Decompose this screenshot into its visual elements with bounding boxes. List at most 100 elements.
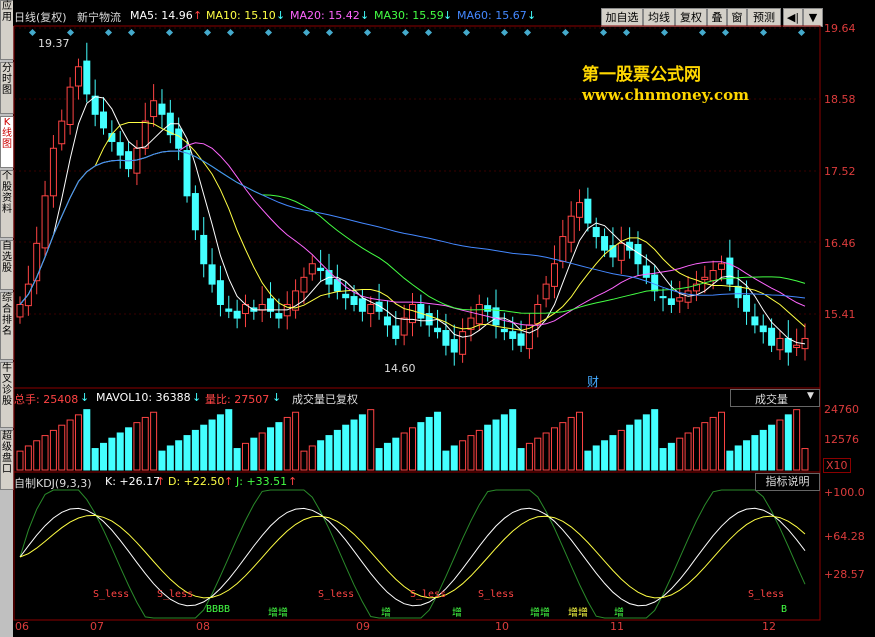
event-diamond-icon xyxy=(500,28,509,37)
candle-body xyxy=(16,303,24,318)
indicator-help-button[interactable]: 指标说明 xyxy=(755,473,820,491)
candle-body xyxy=(317,267,325,272)
volume-bar xyxy=(659,448,667,471)
candle-body xyxy=(559,236,567,262)
volume-bar xyxy=(400,432,408,471)
high-price-label: 19.37 xyxy=(38,37,70,50)
signal-label: S_less xyxy=(318,589,355,600)
price-axis-label: 18.58 xyxy=(824,93,856,106)
finance-marker[interactable]: 财 xyxy=(587,373,599,390)
date-label: 09 xyxy=(356,620,370,633)
j-arrow-icon: ↑ xyxy=(288,475,298,488)
volume-bar xyxy=(692,427,700,471)
candle-body xyxy=(358,298,366,312)
candle-body xyxy=(233,310,241,319)
kdj-j-value: J: +33.51 xyxy=(236,475,288,488)
event-diamond-icon xyxy=(363,28,372,37)
volume-bar xyxy=(626,424,634,471)
event-diamond-icon xyxy=(226,28,235,37)
watermark-url: www.chnmoney.com xyxy=(582,86,749,104)
volume-bar xyxy=(74,414,82,471)
volume-bar xyxy=(24,445,32,471)
event-diamond-icon xyxy=(759,28,768,37)
volume-bar xyxy=(576,411,584,471)
volume-bar xyxy=(233,448,241,471)
event-diamond-icon xyxy=(660,28,669,37)
volume-bar xyxy=(367,409,375,471)
event-diamond-icon xyxy=(622,28,631,37)
volume-bar xyxy=(609,435,617,471)
candle-body xyxy=(642,265,650,278)
volume-bar xyxy=(459,440,467,471)
candle-body xyxy=(258,303,266,311)
volume-bar xyxy=(208,419,216,471)
kdj-axis-label: +64.28 xyxy=(824,530,865,543)
candle-body xyxy=(701,276,709,281)
event-diamond-icon xyxy=(462,28,471,37)
date-label: 06 xyxy=(15,620,29,633)
volume-bar xyxy=(759,429,767,471)
candle-body xyxy=(676,297,684,302)
mavol-arrow-icon: ↓ xyxy=(192,391,202,404)
candle-body xyxy=(542,283,550,300)
volume-bar xyxy=(484,424,492,471)
candle-body xyxy=(116,142,124,156)
candle-body xyxy=(33,242,41,282)
signal-label: 增增 xyxy=(568,608,588,619)
candle-body xyxy=(367,303,375,315)
candle-body xyxy=(191,193,199,231)
candle-body xyxy=(392,325,400,339)
volume-bar xyxy=(601,440,609,471)
volume-bar xyxy=(49,429,57,471)
volume-bar xyxy=(500,414,508,471)
volume-indicator-dropdown[interactable]: 成交量 ▼ xyxy=(730,389,820,407)
event-diamond-icon xyxy=(66,28,75,37)
volume-bar xyxy=(150,411,158,471)
signal-label: 增增 xyxy=(268,608,288,619)
volume-bar xyxy=(784,414,792,471)
volume-bar xyxy=(592,445,600,471)
event-diamond-icon xyxy=(721,28,730,37)
candle-body xyxy=(709,270,717,282)
volume-bar xyxy=(525,442,533,471)
date-label: 10 xyxy=(495,620,509,633)
candle-body xyxy=(726,257,734,285)
candle-body xyxy=(383,316,391,326)
volume-axis-label: 12576 xyxy=(824,433,859,446)
candle-body xyxy=(183,150,191,197)
candle-body xyxy=(500,328,508,333)
event-diamond-icon xyxy=(424,28,433,37)
candle-body xyxy=(434,327,442,333)
volume-bar xyxy=(275,422,283,471)
candle-body xyxy=(584,198,592,224)
candle-body xyxy=(567,215,575,243)
candle-body xyxy=(459,331,467,355)
volume-bar xyxy=(166,445,174,471)
volume-bar xyxy=(559,422,567,471)
volume-bar xyxy=(642,414,650,471)
kdj-axis-label: +100.0 xyxy=(824,486,865,499)
signal-label: S_less xyxy=(410,589,447,600)
volume-bar xyxy=(392,437,400,471)
volume-bar xyxy=(534,437,542,471)
date-label: 08 xyxy=(196,620,210,633)
volume-bar xyxy=(141,416,149,471)
volume-bar xyxy=(492,419,500,471)
volume-bar xyxy=(776,419,784,471)
volume-bar xyxy=(475,429,483,471)
watermark-title: 第一股票公式网 xyxy=(582,65,701,85)
volume-bar xyxy=(133,422,141,471)
event-diamond-icon xyxy=(599,28,608,37)
volume-bar xyxy=(267,427,275,471)
candle-body xyxy=(793,344,801,349)
candle-body xyxy=(308,263,316,275)
volume-bar xyxy=(517,448,525,471)
candle-body xyxy=(592,227,600,238)
signal-label: 增 xyxy=(614,608,624,619)
signal-label: 增 xyxy=(452,608,462,619)
volume-bar xyxy=(41,435,49,471)
candle-body xyxy=(200,234,208,265)
candle-body xyxy=(734,285,742,299)
candle-body xyxy=(768,327,776,346)
candle-body xyxy=(550,263,558,287)
